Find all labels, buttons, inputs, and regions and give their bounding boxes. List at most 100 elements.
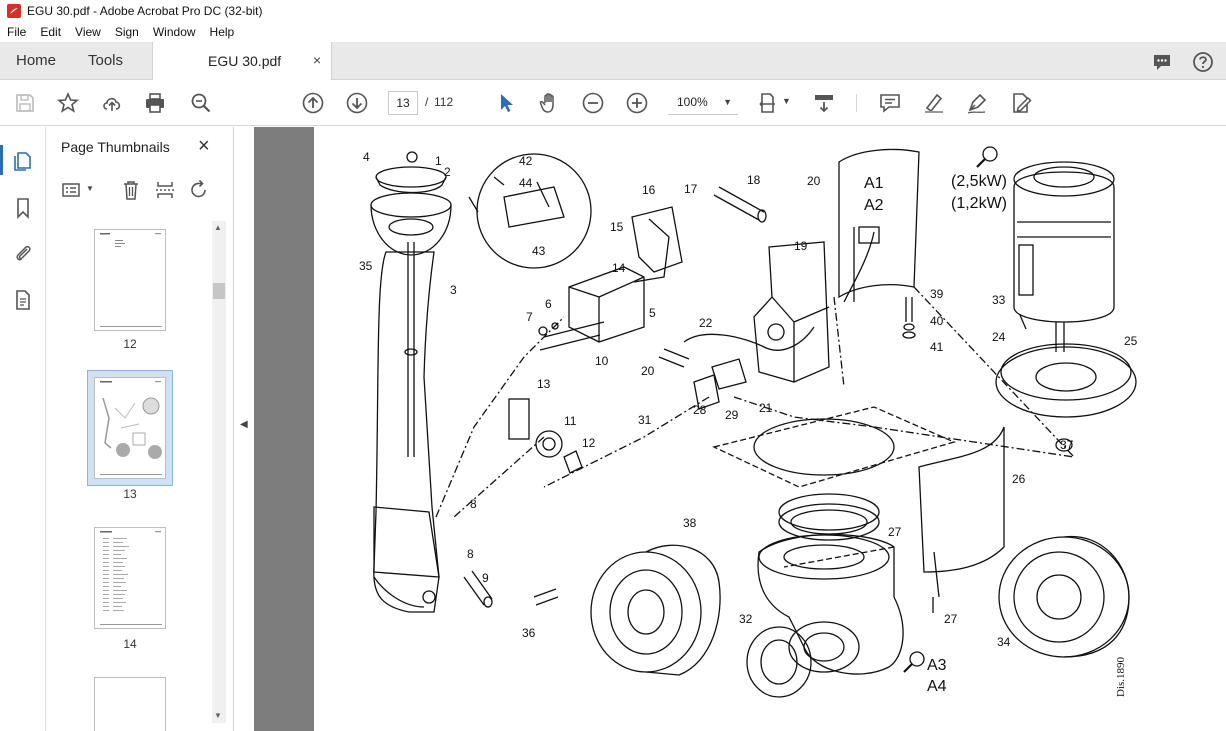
rotate-page-icon[interactable]	[188, 179, 210, 201]
part-label: 34	[997, 635, 1011, 649]
page-number-input[interactable]: 13	[388, 91, 418, 115]
highlight-pen-icon[interactable]	[922, 91, 946, 115]
acrobat-logo-icon	[7, 4, 21, 18]
part-label: 27	[944, 612, 958, 626]
zoom-level-value: 100%	[677, 95, 708, 109]
tab-close-button[interactable]: ×	[313, 52, 321, 68]
part-label: 40	[930, 314, 944, 328]
panel-collapse-handle[interactable]: ◀	[234, 127, 254, 731]
menu-sign[interactable]: Sign	[108, 25, 146, 39]
thumbnail-label: 13	[123, 487, 137, 501]
comment-icon[interactable]	[878, 91, 902, 115]
part-label: 10	[595, 354, 609, 368]
part-label: 36	[522, 626, 536, 640]
part-label: 24	[992, 330, 1006, 344]
collapse-arrow-icon[interactable]: ◀	[240, 419, 248, 430]
comment-bubble-icon[interactable]	[1151, 51, 1173, 73]
edit-pdf-icon[interactable]	[1009, 91, 1033, 115]
acrobat-window: EGU 30.pdf - Adobe Acrobat Pro DC (32-bi…	[0, 0, 1226, 731]
chevron-down-icon[interactable]: ▼	[782, 96, 791, 106]
thumbnail-table-preview	[100, 531, 162, 625]
thumbnail-page-partial[interactable]	[94, 677, 166, 731]
part-label: 20	[641, 364, 655, 378]
thumbnail-page-13[interactable]	[94, 377, 166, 479]
part-label: 25	[1124, 334, 1138, 348]
menu-view[interactable]: View	[68, 25, 108, 39]
thumbnail-page-14[interactable]	[94, 527, 166, 629]
tab-bar: Home Tools EGU 30.pdf ×	[0, 42, 1226, 81]
chevron-down-icon[interactable]: ▼	[86, 184, 94, 193]
bookmarks-icon[interactable]	[12, 197, 34, 219]
part-label: 12	[582, 436, 596, 450]
part-label: 8	[470, 497, 477, 511]
select-cursor-icon[interactable]	[494, 91, 518, 115]
title-bar: EGU 30.pdf - Adobe Acrobat Pro DC (32-bi…	[0, 0, 1226, 22]
reference-a1: A1	[864, 175, 884, 192]
part-label: 15	[610, 220, 624, 234]
menu-help[interactable]: Help	[203, 25, 242, 39]
toolbar-divider	[856, 94, 857, 112]
part-label: 26	[1012, 472, 1026, 486]
main-toolbar: 13 / 112 100% ▼ ▼	[0, 80, 1226, 126]
pdf-page: 4 1 2 3 35 42 44 43 16 17 15 14 18 20 19…	[314, 127, 1226, 731]
next-page-icon[interactable]	[345, 91, 369, 115]
previous-page-icon[interactable]	[301, 91, 325, 115]
thumbnail-options-icon[interactable]	[61, 179, 83, 201]
zoom-search-icon[interactable]	[189, 91, 213, 115]
part-label: 21	[759, 401, 773, 415]
document-properties-icon[interactable]	[12, 289, 34, 311]
menu-file[interactable]: File	[0, 25, 33, 39]
zoom-out-icon[interactable]	[581, 91, 605, 115]
tab-tools[interactable]: Tools	[88, 42, 123, 80]
thumbnail-label: 12	[123, 337, 137, 351]
menu-edit[interactable]: Edit	[33, 25, 68, 39]
zoom-level-select[interactable]: 100% ▼	[668, 91, 738, 115]
thumbnails-scrollbar[interactable]: ▲ ▼	[212, 221, 226, 723]
part-label: 1	[435, 154, 442, 168]
hand-tool-icon[interactable]	[537, 91, 561, 115]
window-title: EGU 30.pdf - Adobe Acrobat Pro DC (32-bi…	[27, 4, 263, 18]
part-label: 44	[519, 176, 533, 190]
part-label: 29	[725, 408, 739, 422]
part-label: 42	[519, 154, 533, 168]
thumbnails-panel: Page Thumbnails × ▼ 12 13 14 ▲ ▼	[46, 127, 234, 731]
document-view[interactable]: 4 1 2 3 35 42 44 43 16 17 15 14 18 20 19…	[254, 127, 1226, 731]
menu-window[interactable]: Window	[146, 25, 203, 39]
sign-fountain-pen-icon[interactable]	[965, 91, 989, 115]
part-label: 37	[1060, 438, 1074, 452]
tab-document[interactable]: EGU 30.pdf ×	[152, 42, 332, 81]
scroll-down-icon[interactable]: ▼	[214, 711, 222, 720]
page-thumbnails-icon[interactable]	[12, 149, 34, 171]
part-label: 8	[467, 547, 474, 561]
part-label: 19	[794, 239, 808, 253]
bookmark-star-icon[interactable]	[56, 91, 80, 115]
upload-cloud-icon[interactable]	[100, 91, 124, 115]
exploded-parts-drawing	[370, 146, 1137, 731]
help-icon[interactable]	[1192, 51, 1214, 73]
scroll-up-icon[interactable]: ▲	[214, 223, 222, 232]
part-label: 27	[888, 525, 902, 539]
part-label: 18	[747, 173, 761, 187]
part-label: 28	[693, 403, 707, 417]
delete-trash-icon[interactable]	[120, 179, 142, 201]
part-label: 31	[638, 413, 652, 427]
save-icon[interactable]	[13, 91, 37, 115]
part-label: 3	[450, 283, 457, 297]
tab-home[interactable]: Home	[16, 42, 56, 80]
thumbnail-label: 14	[123, 637, 137, 651]
panel-close-button[interactable]: ×	[198, 135, 210, 158]
page-fit-icon[interactable]	[757, 91, 781, 115]
print-icon[interactable]	[143, 91, 167, 115]
thumbnail-page-12[interactable]	[94, 229, 166, 331]
scrollbar-thumb[interactable]	[213, 283, 225, 299]
motor-power-rating: (1,2kW)	[951, 195, 1007, 212]
part-label: 9	[482, 571, 489, 585]
attachments-paperclip-icon[interactable]	[12, 242, 34, 264]
part-label: 22	[699, 316, 713, 330]
thumbnail-text-preview	[100, 233, 162, 327]
scrolling-mode-icon[interactable]	[812, 91, 836, 115]
insert-pages-icon[interactable]	[154, 179, 176, 201]
part-label: 6	[545, 297, 552, 311]
part-label: 17	[684, 182, 698, 196]
zoom-in-icon[interactable]	[625, 91, 649, 115]
